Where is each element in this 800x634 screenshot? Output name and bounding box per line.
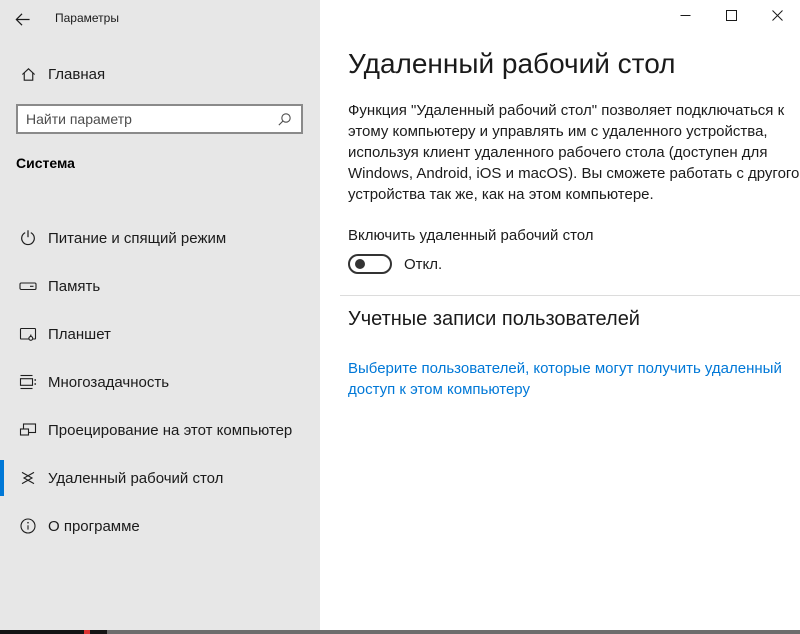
sidebar-item-label: Удаленный рабочий стол	[48, 470, 223, 487]
main-pane: Удаленный рабочий стол Функция "Удаленны…	[320, 0, 800, 630]
sidebar-item-about[interactable]: О программе	[0, 502, 320, 550]
settings-window: Параметры Главная Система	[0, 0, 800, 630]
sidebar-item-label: Проецирование на этот компьютер	[48, 422, 292, 439]
sidebar-section-header: Система	[16, 155, 75, 171]
multitasking-icon	[19, 373, 37, 391]
remote-desktop-toggle[interactable]	[348, 254, 392, 274]
search-input[interactable]	[18, 106, 277, 132]
back-button[interactable]	[6, 6, 38, 32]
sidebar-nav: Питание и спящий режим Память Планшет	[0, 214, 320, 550]
sidebar: Параметры Главная Система	[0, 0, 320, 630]
home-icon	[20, 66, 37, 83]
sidebar-item-home[interactable]: Главная	[0, 61, 320, 87]
back-arrow-icon	[14, 11, 31, 28]
sidebar-item-label: Главная	[48, 66, 105, 83]
settings-search-box	[16, 104, 303, 134]
page-title: Удаленный рабочий стол	[348, 48, 675, 80]
sidebar-item-tablet[interactable]: Планшет	[0, 310, 320, 358]
window-title: Параметры	[55, 11, 119, 25]
sidebar-item-projecting[interactable]: Проецирование на этот компьютер	[0, 406, 320, 454]
sidebar-item-label: Планшет	[48, 326, 111, 343]
toggle-label: Включить удаленный рабочий стол	[348, 227, 594, 244]
taskbar-gray-segment	[107, 630, 800, 634]
sidebar-item-label: Многозадачность	[48, 374, 169, 391]
sidebar-item-label: О программе	[48, 518, 140, 535]
projecting-icon	[19, 421, 37, 439]
toggle-row: Откл.	[348, 254, 442, 274]
storage-icon	[19, 277, 37, 295]
taskbar-sliver	[0, 630, 800, 634]
sidebar-item-label: Память	[48, 278, 100, 295]
tablet-icon	[19, 325, 37, 343]
selected-indicator	[0, 460, 4, 496]
power-icon	[19, 229, 37, 247]
sidebar-item-label: Питание и спящий режим	[48, 230, 226, 247]
select-users-link[interactable]: Выберите пользователей, которые могут по…	[348, 358, 788, 400]
toggle-state-label: Откл.	[404, 256, 442, 273]
sidebar-item-multitasking[interactable]: Многозадачность	[0, 358, 320, 406]
remote-desktop-icon	[19, 469, 37, 487]
toggle-knob	[355, 259, 365, 269]
sidebar-item-remote-desktop[interactable]: Удаленный рабочий стол	[0, 454, 320, 502]
taskbar-dark-segment	[0, 630, 107, 634]
feature-description: Функция "Удаленный рабочий стол" позволя…	[348, 100, 800, 205]
taskbar-red-accent	[84, 630, 90, 634]
section-divider	[340, 295, 800, 296]
sidebar-item-storage[interactable]: Память	[0, 262, 320, 310]
search-icon	[277, 112, 292, 127]
section-heading: Учетные записи пользователей	[348, 308, 640, 331]
about-icon	[19, 517, 37, 535]
page-content: Удаленный рабочий стол Функция "Удаленны…	[348, 0, 800, 630]
sidebar-item-power-sleep[interactable]: Питание и спящий режим	[0, 214, 320, 262]
